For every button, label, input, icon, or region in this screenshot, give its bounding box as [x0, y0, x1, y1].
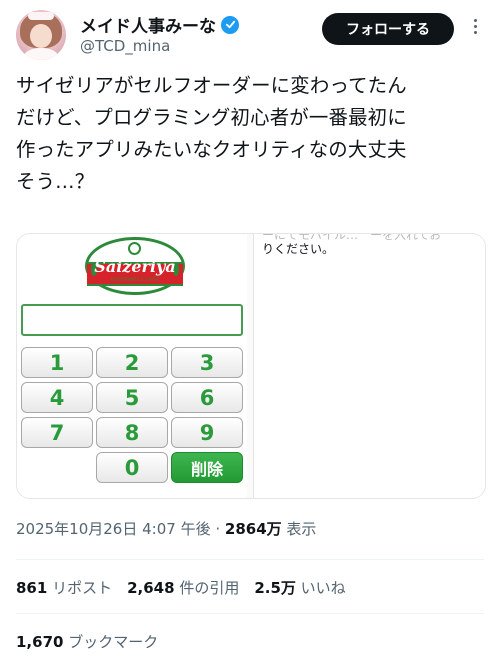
reposts-label: リポスト	[47, 579, 128, 597]
tweet-text: サイゼリアがセルフオーダーに変わってたん だけど、プログラミング初心者が一番最初…	[16, 74, 407, 193]
keypad-delete-button[interactable]: 削除	[171, 452, 243, 483]
views-count: 2864万	[224, 520, 282, 538]
crest-icon	[128, 242, 141, 255]
keypad-key-6[interactable]: 6	[171, 382, 243, 413]
author-display-name[interactable]: メイド人事みーな	[80, 12, 216, 37]
author-name-row[interactable]: メイド人事みーな	[80, 12, 239, 37]
keypad-key-7[interactable]: 7	[21, 417, 93, 448]
author-handle[interactable]: @TCD_mina	[80, 37, 170, 55]
media-image-right[interactable]: ーにてモバイル… ーを入れてお りください。	[253, 234, 485, 498]
logo-sub-text: RISTORANTE E CAFFE	[110, 278, 160, 283]
saizeriya-logo: Saizeriya RISTORANTE E CAFFE	[85, 237, 185, 295]
quotes-stat[interactable]: 2,648 件の引用	[127, 579, 254, 597]
follow-button[interactable]: フォローする	[322, 13, 454, 45]
keypad-key-5[interactable]: 5	[96, 382, 168, 413]
avatar-dress	[24, 48, 58, 60]
views-label: 表示	[281, 520, 317, 538]
engagement-stats: 861 リポスト 2,648 件の引用 2.5万 いいね	[16, 577, 346, 598]
likes-count: 2.5万	[254, 579, 296, 597]
reposts-count: 861	[16, 579, 48, 597]
keypad-key-9[interactable]: 9	[171, 417, 243, 448]
likes-label: いいね	[295, 579, 346, 597]
tweet-media[interactable]: Saizeriya RISTORANTE E CAFFE 1 2 3 4 5 6…	[16, 233, 486, 499]
order-code-input[interactable]	[21, 304, 243, 336]
likes-stat[interactable]: 2.5万 いいね	[254, 579, 345, 597]
meta-separator: ·	[210, 520, 225, 538]
more-vertical-icon[interactable]	[468, 16, 482, 38]
divider	[16, 559, 484, 560]
tweet-timestamp[interactable]: 2025年10月26日 4:07 午後	[16, 520, 211, 538]
keypad-key-0[interactable]: 0	[96, 452, 168, 483]
keypad-key-2[interactable]: 2	[96, 347, 168, 378]
keypad-key-8[interactable]: 8	[96, 417, 168, 448]
instruction-text: りください。	[262, 242, 335, 256]
quotes-label: 件の引用	[174, 579, 255, 597]
bookmarks-label: ブックマーク	[63, 633, 159, 651]
bookmarks-stat[interactable]: 1,670 ブックマーク	[16, 631, 158, 652]
keypad-key-1[interactable]: 1	[21, 347, 93, 378]
verified-badge-icon	[221, 15, 239, 34]
avatar-bow	[28, 12, 54, 20]
avatar-face	[30, 24, 52, 48]
divider	[16, 613, 484, 614]
logo-brand-text: Saizeriya	[94, 257, 176, 276]
quotes-count: 2,648	[127, 579, 175, 597]
keypad-key-4[interactable]: 4	[21, 382, 93, 413]
keypad-key-3[interactable]: 3	[171, 347, 243, 378]
bookmarks-count: 1,670	[16, 633, 64, 651]
avatar[interactable]	[16, 10, 66, 60]
media-image-left[interactable]: Saizeriya RISTORANTE E CAFFE 1 2 3 4 5 6…	[17, 234, 247, 498]
tweet-meta: 2025年10月26日 4:07 午後 · 2864万 表示	[16, 518, 316, 539]
reposts-stat[interactable]: 861 リポスト	[16, 579, 127, 597]
